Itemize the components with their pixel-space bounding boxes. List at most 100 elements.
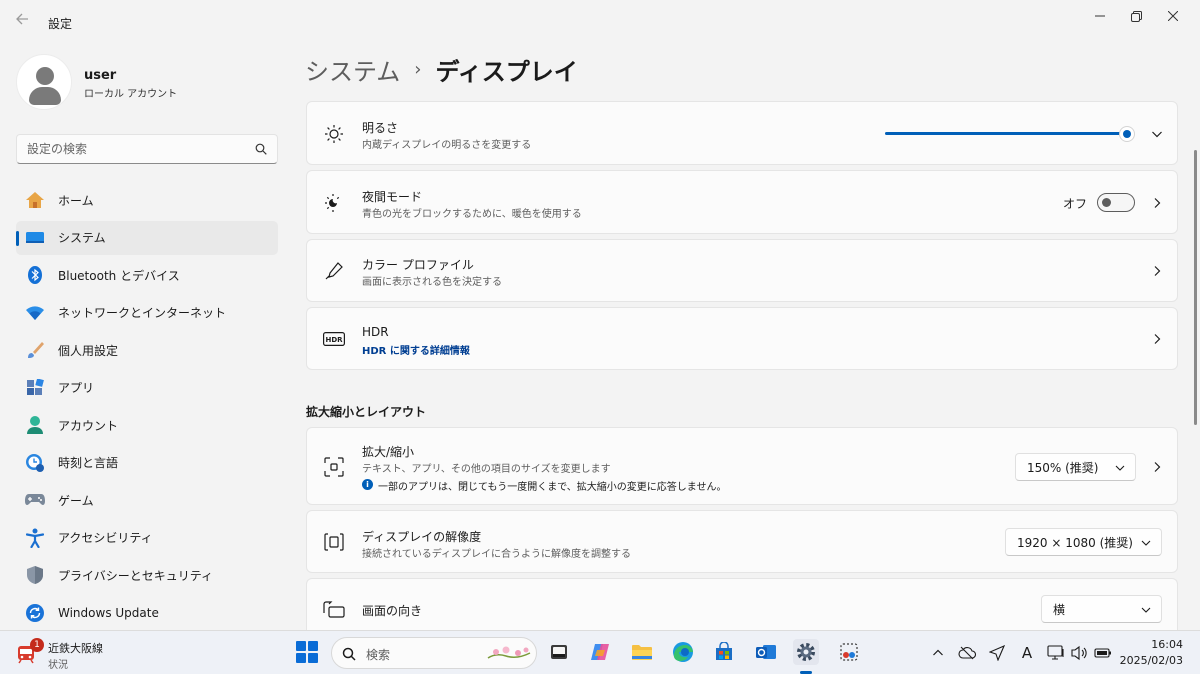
sidebar-item-accessibility[interactable]: アクセシビリティ [16, 521, 278, 555]
scale-card[interactable]: 拡大/縮小 テキスト、アプリ、その他の項目のサイズを変更します i 一部のアプリ… [306, 427, 1178, 505]
brightness-card[interactable]: 明るさ 内蔵ディスプレイの明るさを変更する [306, 101, 1178, 165]
window-title: 設定 [48, 17, 73, 31]
store-icon[interactable] [711, 639, 737, 665]
clock-time[interactable]: 16:04 [1151, 638, 1183, 651]
orientation-icon [323, 599, 345, 621]
brush-icon [24, 339, 46, 361]
taskbar-search-label: 検索 [366, 648, 391, 662]
chevron-right-icon[interactable] [1151, 333, 1163, 345]
scale-dropdown[interactable]: 150% (推奨) [1015, 453, 1136, 481]
orientation-card[interactable]: 画面の向き 横 [306, 578, 1178, 630]
brightness-slider-track[interactable] [885, 132, 1125, 135]
ime-a-icon[interactable]: A [1018, 644, 1036, 662]
clock-date[interactable]: 2025/02/03 [1120, 654, 1183, 667]
avatar [16, 54, 72, 110]
sun-icon [323, 123, 345, 145]
sidebar-item-network[interactable]: ネットワークとインターネット [16, 296, 278, 330]
section-title-scale-layout: 拡大縮小とレイアウト [306, 405, 427, 419]
resolution-icon [323, 531, 345, 553]
notification-badge: 1 [30, 638, 44, 652]
breadcrumb-separator: › [414, 59, 422, 80]
news-widget[interactable]: 1 近鉄大阪線 状況 [8, 636, 128, 671]
sidebar-item-apps[interactable]: アプリ [16, 371, 278, 405]
edge-icon[interactable] [670, 639, 696, 665]
info-icon: i [362, 479, 373, 490]
resolution-dropdown-value: 1920 × 1080 (推奨) [1017, 535, 1133, 550]
home-icon [24, 189, 46, 211]
color-profile-card[interactable]: カラー プロファイル 画面に表示される色を決定する [306, 239, 1178, 302]
apps-icon [24, 377, 46, 399]
chevron-down-icon[interactable] [1151, 128, 1163, 140]
settings-search-box[interactable] [16, 134, 278, 164]
chevron-right-icon[interactable] [1151, 461, 1163, 473]
settings-gear-icon[interactable] [793, 639, 819, 665]
copilot-icon[interactable] [587, 639, 613, 665]
orientation-dropdown[interactable]: 横 [1041, 595, 1162, 623]
accessibility-icon [24, 527, 46, 549]
sidebar-item-accounts[interactable]: アカウント [16, 408, 278, 442]
chevron-right-icon[interactable] [1151, 197, 1163, 209]
network-icon [24, 302, 46, 324]
color-profile-title: カラー プロファイル [362, 258, 474, 272]
brightness-slider-thumb[interactable] [1119, 126, 1135, 142]
gamepad-icon [24, 489, 46, 511]
sidebar-item-gaming[interactable]: ゲーム [16, 483, 278, 517]
close-icon[interactable] [1150, 6, 1196, 26]
chevron-down-icon [1141, 540, 1151, 546]
search-icon[interactable] [255, 143, 267, 155]
taskbar-search[interactable]: 検索 [331, 637, 537, 669]
title-bar: 設定 [0, 0, 1200, 44]
night-light-card[interactable]: 夜間モード 青色の光をブロックするために、暖色を使用する オフ [306, 170, 1178, 234]
sidebar-item-home[interactable]: ホーム [16, 183, 278, 217]
system-icon [24, 227, 46, 249]
content-scrollbar[interactable] [1194, 150, 1197, 425]
start-button[interactable] [296, 641, 318, 663]
sidebar-item-windows-update[interactable]: Windows Update [16, 596, 278, 630]
chevron-right-icon[interactable] [1151, 265, 1163, 277]
display-icon[interactable] [1047, 644, 1065, 662]
scale-info-text: 一部のアプリは、閉じてもう一度開くまで、拡大縮小の変更に応答しません。 [378, 482, 727, 493]
chevron-down-icon [1115, 465, 1125, 471]
night-light-subtitle: 青色の光をブロックするために、暖色を使用する [362, 209, 582, 220]
hdr-title: HDR [362, 325, 389, 339]
hdr-learn-more-link[interactable]: HDR に関する詳細情報 [362, 342, 470, 357]
battery-icon[interactable] [1094, 644, 1112, 662]
breadcrumb-parent[interactable]: システム [305, 52, 400, 87]
scale-subtitle: テキスト、アプリ、その他の項目のサイズを変更します [362, 464, 611, 475]
color-profile-subtitle: 画面に表示される色を決定する [362, 277, 502, 288]
widget-subtitle: 状況 [48, 660, 68, 671]
sidebar-item-bluetooth[interactable]: Bluetooth とデバイス [16, 258, 278, 292]
outlook-icon[interactable] [753, 639, 779, 665]
explorer-folder-icon[interactable] [629, 639, 655, 665]
sidebar-item-system[interactable]: システム [16, 220, 278, 255]
sidebar-item-personalization[interactable]: 個人用設定 [16, 333, 278, 367]
time-language-icon [24, 452, 46, 474]
snipping-tool-icon[interactable] [836, 639, 862, 665]
night-light-state: オフ [1062, 197, 1087, 211]
chevron-up-icon[interactable] [929, 644, 947, 662]
location-icon[interactable] [988, 644, 1006, 662]
page-title: ディスプレイ [435, 58, 578, 86]
cloud-off-icon[interactable] [958, 644, 976, 662]
volume-icon[interactable] [1071, 644, 1089, 662]
color-picker-icon [323, 260, 345, 282]
chevron-down-icon [1141, 607, 1151, 613]
taskbar: 1 近鉄大阪線 状況 検索 A 16:04 2025/02/03 [0, 630, 1200, 674]
file-manager-icon[interactable] [546, 639, 572, 665]
brightness-title: 明るさ [362, 121, 399, 135]
user-profile[interactable]: user ローカル アカウント [16, 54, 278, 112]
sidebar-item-time-language[interactable]: 時刻と言語 [16, 446, 278, 480]
sidebar-item-privacy-security[interactable]: プライバシーとセキュリティ [16, 558, 278, 592]
back-arrow-icon[interactable] [12, 12, 32, 32]
shield-icon [24, 564, 46, 586]
hdr-icon: HDR [323, 328, 345, 350]
hdr-card[interactable]: HDR HDR HDR に関する詳細情報 [306, 307, 1178, 370]
scale-dropdown-value: 150% (推奨) [1027, 460, 1099, 475]
night-light-toggle[interactable] [1097, 193, 1135, 212]
resolution-dropdown[interactable]: 1920 × 1080 (推奨) [1005, 528, 1162, 556]
resolution-subtitle: 接続されているディスプレイに合うように解像度を調整する [362, 549, 631, 560]
search-input[interactable] [27, 140, 247, 158]
resolution-title: ディスプレイの解像度 [362, 530, 482, 544]
night-light-title: 夜間モード [362, 190, 423, 204]
resolution-card[interactable]: ディスプレイの解像度 接続されているディスプレイに合うように解像度を調整する 1… [306, 510, 1178, 573]
